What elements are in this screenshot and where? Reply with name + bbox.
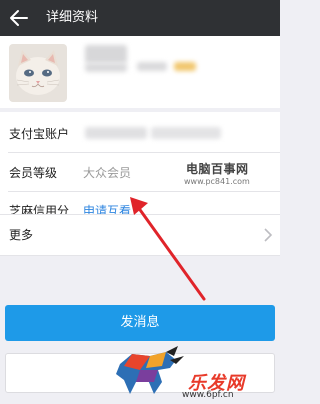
blurred-account-id-2 xyxy=(137,62,167,71)
blurred-alipay-account-2 xyxy=(151,127,221,139)
alipay-account-label: 支付宝账户 xyxy=(9,127,70,141)
watermark-url: www.pc841.com xyxy=(184,177,250,186)
bull-logo-icon xyxy=(116,346,184,394)
row-divider xyxy=(8,152,280,153)
send-message-button[interactable]: 发消息 xyxy=(5,305,275,341)
more-label: 更多 xyxy=(9,228,34,242)
back-arrow-icon[interactable] xyxy=(8,7,30,29)
blurred-account-id xyxy=(85,63,127,72)
top-bar: 详细资料 xyxy=(0,0,280,36)
member-level-value: 大众会员 xyxy=(83,166,132,180)
annotation-arrow-icon xyxy=(130,197,206,301)
blurred-name xyxy=(85,45,127,63)
chevron-right-icon xyxy=(264,228,273,242)
page-title: 详细资料 xyxy=(46,10,99,25)
avatar[interactable] xyxy=(9,44,67,102)
watermark-name: 电脑百事网 xyxy=(186,162,249,176)
member-level-label: 会员等级 xyxy=(9,166,58,180)
blurred-badge xyxy=(174,62,196,71)
row-divider xyxy=(8,191,280,192)
blurred-alipay-account xyxy=(85,127,147,139)
kitten-avatar-icon xyxy=(9,44,67,102)
footer-logo-url: www.6pf.cn xyxy=(182,390,234,400)
